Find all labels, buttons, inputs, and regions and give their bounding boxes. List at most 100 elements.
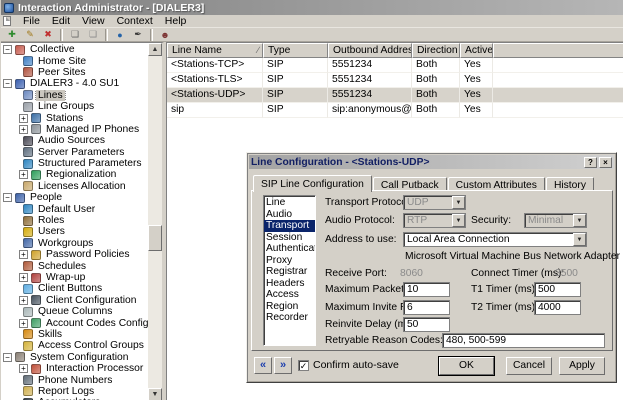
dialog-title-bar[interactable]: Line Configuration - <Stations-UDP> ? ×: [249, 155, 614, 169]
tree-item-licenses-allocation[interactable]: Licenses Allocation: [1, 181, 150, 192]
user-button[interactable]: ☻: [157, 28, 173, 41]
expand-icon[interactable]: +: [19, 170, 28, 179]
scrollbar-thumb[interactable]: [148, 225, 162, 251]
delete-button[interactable]: ✖: [40, 28, 56, 41]
settings-nav-list[interactable]: LineAudioTransportSessionAuthenticationP…: [263, 195, 316, 346]
scroll-up-button[interactable]: ▲: [148, 43, 162, 56]
tree-item-client-buttons[interactable]: Client Buttons: [1, 283, 150, 294]
nav-item-session[interactable]: Session: [264, 232, 315, 244]
tree-item-collective[interactable]: −Collective: [1, 44, 150, 55]
max-packet-retry-input[interactable]: [403, 282, 450, 297]
checkbox-check-icon[interactable]: ✓: [298, 360, 309, 371]
nav-item-audio[interactable]: Audio: [264, 209, 315, 221]
reinvite-delay-input[interactable]: [403, 317, 450, 332]
tree-item-default-user[interactable]: Default User: [1, 203, 150, 214]
nav-item-proxy[interactable]: Proxy: [264, 255, 315, 267]
collapse-icon[interactable]: −: [3, 79, 12, 88]
menu-edit[interactable]: Edit: [46, 15, 76, 27]
title-bar[interactable]: Interaction Administrator - [DIALER3]: [1, 0, 623, 15]
tree-item-people[interactable]: −People: [1, 192, 150, 203]
tree-item-structured-parameters[interactable]: Structured Parameters: [1, 158, 150, 169]
key-button[interactable]: ✒: [130, 28, 146, 41]
tab-sip-line-configuration[interactable]: SIP Line Configuration: [253, 175, 372, 192]
expand-icon[interactable]: +: [19, 250, 28, 259]
menu-view[interactable]: View: [76, 15, 111, 27]
address-to-use-combo[interactable]: Local Area Connection ▼: [403, 232, 587, 247]
table-row-sip[interactable]: sipSIPsip:anonymous@anon...BothYes: [167, 103, 623, 118]
tree-item-peer-sites[interactable]: Peer Sites: [1, 67, 150, 78]
tree-scrollbar[interactable]: ▲ ▼: [148, 43, 162, 400]
tree-item-lines[interactable]: Lines: [1, 90, 150, 101]
next-item-button[interactable]: »: [274, 357, 292, 374]
mdi-document-icon[interactable]: [3, 16, 11, 26]
t1-timer-input[interactable]: [534, 282, 581, 297]
nav-item-line[interactable]: Line: [264, 197, 315, 209]
apply-button[interactable]: Apply: [559, 357, 605, 375]
nav-item-region[interactable]: Region: [264, 301, 315, 313]
collapse-icon[interactable]: −: [3, 193, 12, 202]
expand-icon[interactable]: +: [19, 114, 28, 123]
nav-item-transport[interactable]: Transport: [264, 220, 315, 232]
tree-item-password-policies[interactable]: +Password Policies: [1, 249, 150, 260]
tab-history[interactable]: History: [546, 177, 594, 191]
column-header-direction[interactable]: Direction: [412, 43, 460, 58]
column-header-active[interactable]: Active: [460, 43, 493, 58]
menu-help[interactable]: Help: [159, 15, 193, 27]
dialog-help-button[interactable]: ?: [584, 157, 597, 168]
nav-item-authentication[interactable]: Authentication: [264, 243, 315, 255]
tree-item-phone-numbers[interactable]: Phone Numbers: [1, 374, 150, 385]
nav-item-registrar[interactable]: Registrar: [264, 266, 315, 278]
tree-item-regionalization[interactable]: +Regionalization: [1, 169, 150, 180]
expand-icon[interactable]: +: [19, 296, 28, 305]
tree-item-audio-sources[interactable]: Audio Sources: [1, 135, 150, 146]
nav-item-headers[interactable]: Headers: [264, 278, 315, 290]
tree-item-skills[interactable]: Skills: [1, 329, 150, 340]
column-header-outbound-address[interactable]: Outbound Address: [328, 43, 412, 58]
tree-item-client-configuration[interactable]: +Client Configuration: [1, 295, 150, 306]
expand-icon[interactable]: +: [19, 125, 28, 134]
tree-item-access-control-groups[interactable]: Access Control Groups: [1, 340, 150, 351]
tree-item-interaction-processor[interactable]: +Interaction Processor: [1, 363, 150, 374]
collapse-icon[interactable]: −: [3, 45, 12, 54]
tree-item-report-logs[interactable]: Report Logs: [1, 386, 150, 397]
tree-item-users[interactable]: Users: [1, 226, 150, 237]
dialog-close-button[interactable]: ×: [599, 157, 612, 168]
collapse-icon[interactable]: −: [3, 353, 12, 362]
retryable-reason-codes-input[interactable]: [442, 333, 605, 348]
tree-item-roles[interactable]: Roles: [1, 215, 150, 226]
scroll-down-button[interactable]: ▼: [148, 388, 162, 400]
table-row--stations-udp-[interactable]: <Stations-UDP>SIP5551234BothYes: [167, 88, 623, 103]
column-header-line-name[interactable]: Line Name∕: [167, 43, 263, 58]
tree-item-system-configuration[interactable]: −System Configuration: [1, 352, 150, 363]
nav-item-access[interactable]: Access: [264, 289, 315, 301]
nav-item-recorder[interactable]: Recorder: [264, 312, 315, 324]
tab-custom-attributes[interactable]: Custom Attributes: [448, 177, 545, 191]
previous-item-button[interactable]: «: [254, 357, 272, 374]
column-header-type[interactable]: Type: [263, 43, 328, 58]
max-invite-retry-input[interactable]: [403, 300, 450, 315]
copy-button[interactable]: ❏: [67, 28, 83, 41]
tree-item-workgroups[interactable]: Workgroups: [1, 238, 150, 249]
ok-button[interactable]: OK: [439, 357, 494, 375]
table-row--stations-tls-[interactable]: <Stations-TLS>SIP5551234BothYes: [167, 73, 623, 88]
tree-item-line-groups[interactable]: Line Groups: [1, 101, 150, 112]
expand-icon[interactable]: +: [19, 273, 28, 282]
t2-timer-input[interactable]: [534, 300, 581, 315]
tree-item-home-site[interactable]: Home Site: [1, 55, 150, 66]
table-row--stations-tcp-[interactable]: <Stations-TCP>SIP5551234BothYes: [167, 58, 623, 73]
paste-button[interactable]: ❏: [85, 28, 101, 41]
tree-item-account-codes-configuration[interactable]: +Account Codes Configuration: [1, 317, 150, 328]
menu-context[interactable]: Context: [111, 15, 159, 27]
tree-item-stations[interactable]: +Stations: [1, 112, 150, 123]
tree-item-dialer3-4-0-su1[interactable]: −DIALER3 - 4.0 SU1: [1, 78, 150, 89]
tree-item-schedules[interactable]: Schedules: [1, 260, 150, 271]
confirm-autosave-checkbox[interactable]: ✓ Confirm auto-save: [298, 359, 399, 371]
tree-item-wrap-up[interactable]: +Wrap-up: [1, 272, 150, 283]
edit-button[interactable]: ✎: [22, 28, 38, 41]
tree-item-server-parameters[interactable]: Server Parameters: [1, 147, 150, 158]
tree-item-queue-columns[interactable]: Queue Columns: [1, 306, 150, 317]
add-button[interactable]: ✚: [4, 28, 20, 41]
cancel-button[interactable]: Cancel: [506, 357, 552, 375]
expand-icon[interactable]: +: [19, 364, 28, 373]
expand-icon[interactable]: +: [19, 319, 28, 328]
